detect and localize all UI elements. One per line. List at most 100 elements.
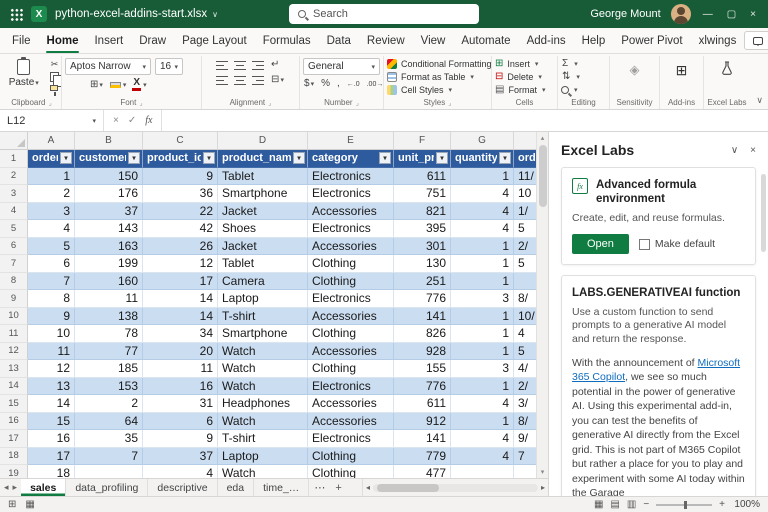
collapse-ribbon-icon[interactable]: ∨ xyxy=(756,95,763,106)
zoom-slider-thumb[interactable] xyxy=(684,501,687,509)
zoom-out-icon[interactable]: − xyxy=(643,499,649,510)
font-dialog-launcher-icon[interactable]: ⌟ xyxy=(139,99,142,107)
cell-B15[interactable]: 2 xyxy=(75,395,143,413)
ribbon-tab-insert[interactable]: Insert xyxy=(86,28,131,53)
minimize-icon[interactable]: — xyxy=(701,9,715,20)
decrease-decimal-button[interactable]: .00→ xyxy=(366,81,384,88)
cell-B11[interactable]: 78 xyxy=(75,325,143,343)
cell-D2[interactable]: Tablet xyxy=(218,168,308,186)
cell-C4[interactable]: 22 xyxy=(143,203,218,221)
cell-G12[interactable]: 1 xyxy=(451,343,514,361)
row-header-18[interactable]: 18 xyxy=(0,448,28,466)
filter-button[interactable]: ▾ xyxy=(499,152,511,164)
name-box[interactable]: L12 ▾ xyxy=(0,110,104,131)
cell-A5[interactable]: 4 xyxy=(28,220,75,238)
sheet-tab-time-[interactable]: time_… xyxy=(254,479,309,496)
column-header-B[interactable]: B xyxy=(75,132,143,149)
status-left-icon-1[interactable]: ⊞ xyxy=(8,499,16,510)
cell-A13[interactable]: 12 xyxy=(28,360,75,378)
sheet-tab-data-profiling[interactable]: data_profiling xyxy=(66,479,148,496)
cell-A12[interactable]: 11 xyxy=(28,343,75,361)
cell-G14[interactable]: 1 xyxy=(451,378,514,396)
ribbon-tab-data[interactable]: Data xyxy=(319,28,359,53)
vertical-scrollbar[interactable]: ▴ ▾ xyxy=(536,132,548,478)
cell-D18[interactable]: Laptop xyxy=(218,448,308,466)
cell-styles-button[interactable]: Cell Styles▾ xyxy=(387,83,452,96)
ribbon-tab-add-ins[interactable]: Add-ins xyxy=(519,28,574,53)
header-cell-product_id[interactable]: product_id▾ xyxy=(143,150,218,168)
cell-F16[interactable]: 912 xyxy=(394,413,451,431)
cell-E18[interactable]: Clothing xyxy=(308,448,394,466)
enter-icon[interactable]: ✓ xyxy=(128,115,136,126)
ribbon-tab-home[interactable]: Home xyxy=(39,28,87,53)
column-header-H[interactable]: H xyxy=(514,132,536,149)
clipboard-dialog-launcher-icon[interactable]: ⌟ xyxy=(48,99,51,107)
pane-close-icon[interactable]: × xyxy=(750,145,756,156)
cell-C16[interactable]: 6 xyxy=(143,413,218,431)
cell-G17[interactable]: 4 xyxy=(451,430,514,448)
cell-E19[interactable]: Clothing xyxy=(308,465,394,478)
cell-E10[interactable]: Accessories xyxy=(308,308,394,326)
font-name-combo[interactable]: Aptos Narrow▾ xyxy=(65,58,151,75)
sort-filter-button[interactable]: ⇅▾ xyxy=(561,71,580,84)
column-header-D[interactable]: D xyxy=(218,132,308,149)
filter-button[interactable]: ▾ xyxy=(60,152,72,164)
cell-D14[interactable]: Watch xyxy=(218,378,308,396)
percent-button[interactable]: % xyxy=(320,79,331,89)
header-cell-order_id[interactable]: order_id▾ xyxy=(28,150,75,168)
ribbon-tab-automate[interactable]: Automate xyxy=(453,28,518,53)
horizontal-scrollbar-thumb[interactable] xyxy=(377,484,439,492)
column-header-F[interactable]: F xyxy=(394,132,451,149)
scroll-down-icon[interactable]: ▾ xyxy=(541,468,545,476)
ribbon-tab-help[interactable]: Help xyxy=(574,28,614,53)
format-cells-button[interactable]: ▤ Format▾ xyxy=(495,83,545,96)
copy-icon[interactable] xyxy=(50,72,59,82)
align-middle-button[interactable] xyxy=(234,61,246,70)
cell-A10[interactable]: 9 xyxy=(28,308,75,326)
cell-A15[interactable]: 14 xyxy=(28,395,75,413)
fill-color-button[interactable]: ▾ xyxy=(110,81,127,89)
cell-C5[interactable]: 42 xyxy=(143,220,218,238)
cell-D17[interactable]: T-shirt xyxy=(218,430,308,448)
filter-button[interactable]: ▾ xyxy=(436,152,448,164)
column-header-A[interactable]: A xyxy=(28,132,75,149)
cell-H12[interactable]: 5 xyxy=(514,343,536,361)
cell-A6[interactable]: 5 xyxy=(28,238,75,256)
row-header-2[interactable]: 2 xyxy=(0,168,28,186)
align-top-button[interactable] xyxy=(216,61,228,70)
cell-F15[interactable]: 611 xyxy=(394,395,451,413)
header-cell-quantity[interactable]: quantity▾ xyxy=(451,150,514,168)
cell-C9[interactable]: 14 xyxy=(143,290,218,308)
filter-button[interactable]: ▾ xyxy=(203,152,215,164)
row-header-19[interactable]: 19 xyxy=(0,465,28,478)
cell-A11[interactable]: 10 xyxy=(28,325,75,343)
font-size-combo[interactable]: 16▾ xyxy=(155,58,183,75)
close-icon[interactable]: × xyxy=(748,9,758,20)
cell-H4[interactable]: 1/ xyxy=(514,203,536,221)
row-header-3[interactable]: 3 xyxy=(0,185,28,203)
status-left-icon-2[interactable]: ▦ xyxy=(25,499,34,510)
cut-icon[interactable]: ✂ xyxy=(50,60,60,69)
cell-H16[interactable]: 8/ xyxy=(514,413,536,431)
insert-function-icon[interactable]: fx xyxy=(145,115,152,126)
cell-H2[interactable]: 11/ xyxy=(514,168,536,186)
header-cell-product_name[interactable]: product_name▾ xyxy=(218,150,308,168)
cell-B14[interactable]: 153 xyxy=(75,378,143,396)
cell-B2[interactable]: 150 xyxy=(75,168,143,186)
column-header-E[interactable]: E xyxy=(308,132,394,149)
cell-F18[interactable]: 779 xyxy=(394,448,451,466)
cell-H13[interactable]: 4/ xyxy=(514,360,536,378)
cell-G13[interactable]: 3 xyxy=(451,360,514,378)
comma-style-button[interactable]: , xyxy=(336,79,341,89)
zoom-slider[interactable] xyxy=(656,504,712,506)
cell-F10[interactable]: 141 xyxy=(394,308,451,326)
cell-D6[interactable]: Jacket xyxy=(218,238,308,256)
cell-H6[interactable]: 2/ xyxy=(514,238,536,256)
cell-A16[interactable]: 15 xyxy=(28,413,75,431)
cell-D11[interactable]: Smartphone xyxy=(218,325,308,343)
cell-D13[interactable]: Watch xyxy=(218,360,308,378)
ribbon-tab-xlwings[interactable]: xlwings xyxy=(691,28,745,53)
scroll-up-icon[interactable]: ▴ xyxy=(541,134,545,142)
horizontal-scrollbar-track[interactable] xyxy=(373,484,538,492)
paste-button[interactable]: Paste▾ xyxy=(4,58,44,89)
